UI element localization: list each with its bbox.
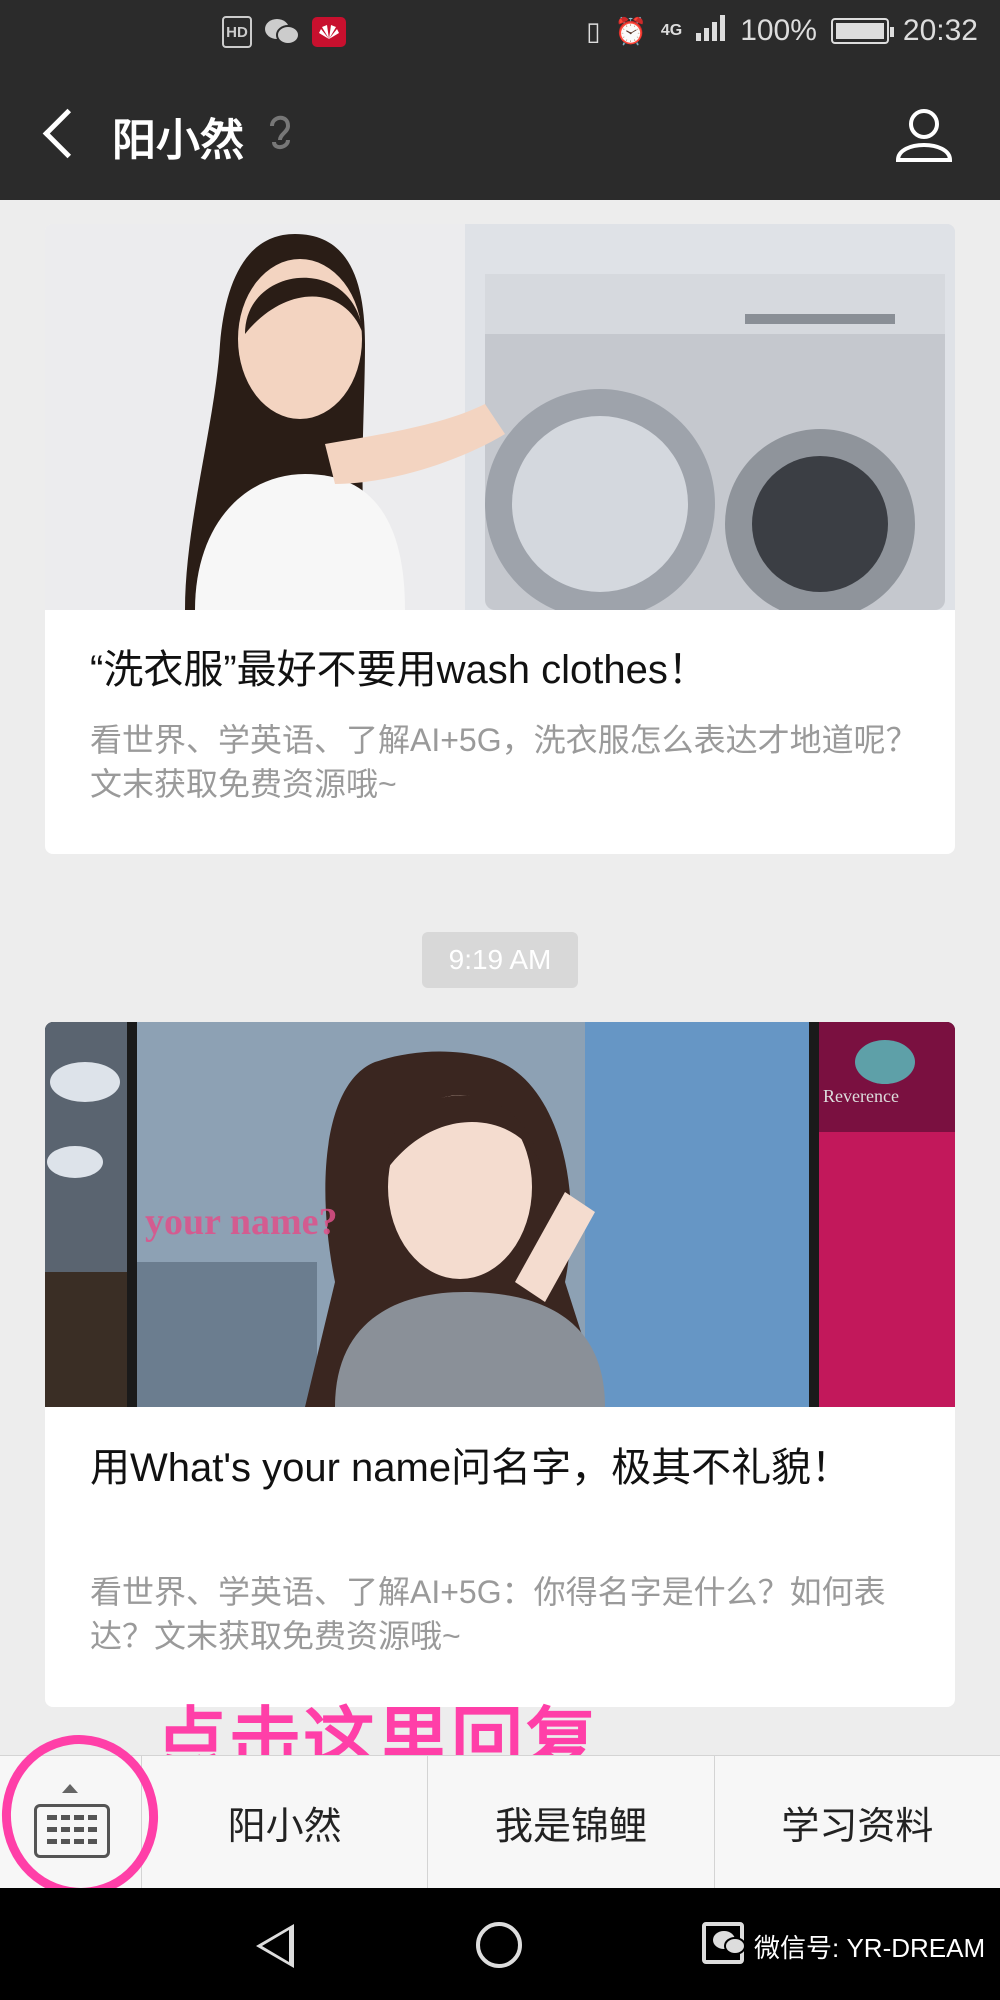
status-bar: HD ▯ ⏰ 4G 100% 20:32 <box>0 0 1000 68</box>
alarm-icon: ⏰ <box>614 15 647 46</box>
chat-header: 阳小然 <box>0 68 1000 200</box>
article-title: “洗衣服”最好不要用wash clothes！ <box>90 648 708 692</box>
huawei-icon <box>312 17 346 47</box>
hd-icon: HD <box>222 16 252 48</box>
ear-icon <box>266 112 294 161</box>
wechat-icon <box>264 16 300 48</box>
article-description: 看世界、学英语、了解AI+5G：你得名字是什么？如何表达？文末获取免费资源哦~ <box>90 1574 886 1654</box>
system-status-icons: ▯ ⏰ 4G 100% 20:32 <box>586 14 978 48</box>
article-image: your name? Reverence <box>45 1022 955 1407</box>
battery-percent: 100% <box>740 14 817 47</box>
signal-icon <box>696 14 726 48</box>
back-triangle-icon[interactable] <box>256 1924 294 1968</box>
article-card[interactable]: your name? Reverence 用What's your name问名… <box>45 1022 955 1707</box>
battery-icon <box>830 18 894 44</box>
wechat-logo-icon <box>712 1929 746 1964</box>
notification-icons: HD <box>222 16 346 48</box>
menu-item-koi[interactable]: 我是锦鲤 <box>428 1756 715 1888</box>
image-side-text: Reverence <box>823 1086 899 1106</box>
menu-item-profile[interactable]: 阳小然 <box>142 1756 429 1888</box>
article-image <box>45 224 955 610</box>
system-navigation-bar: 微信号: YR-DREAM <box>0 1888 1000 2000</box>
article-description: 看世界、学英语、了解AI+5G，洗衣服怎么表达才地道呢？文末获取免费资源哦~ <box>90 722 918 802</box>
chevron-left-icon[interactable] <box>40 108 90 162</box>
menu-item-materials[interactable]: 学习资料 <box>715 1756 1000 1888</box>
home-circle-icon[interactable] <box>476 1922 522 1968</box>
watermark: 微信号: YR-DREAM <box>712 1928 985 1965</box>
chat-title: 阳小然 <box>112 116 244 165</box>
message-timestamp: 9:19 AM <box>422 932 578 988</box>
vibrate-icon: ▯ <box>586 15 601 46</box>
article-title: 用What's your name问名字，极其不礼貌！ <box>90 1446 852 1490</box>
watermark-text: 微信号: YR-DREAM <box>754 1933 986 1963</box>
article-card[interactable]: “洗衣服”最好不要用wash clothes！ 看世界、学英语、了解AI+5G，… <box>45 224 955 854</box>
network-type: 4G <box>660 22 683 39</box>
person-icon[interactable] <box>894 104 954 164</box>
image-overlay-text: your name? <box>145 1201 338 1243</box>
clock: 20:32 <box>902 14 978 47</box>
